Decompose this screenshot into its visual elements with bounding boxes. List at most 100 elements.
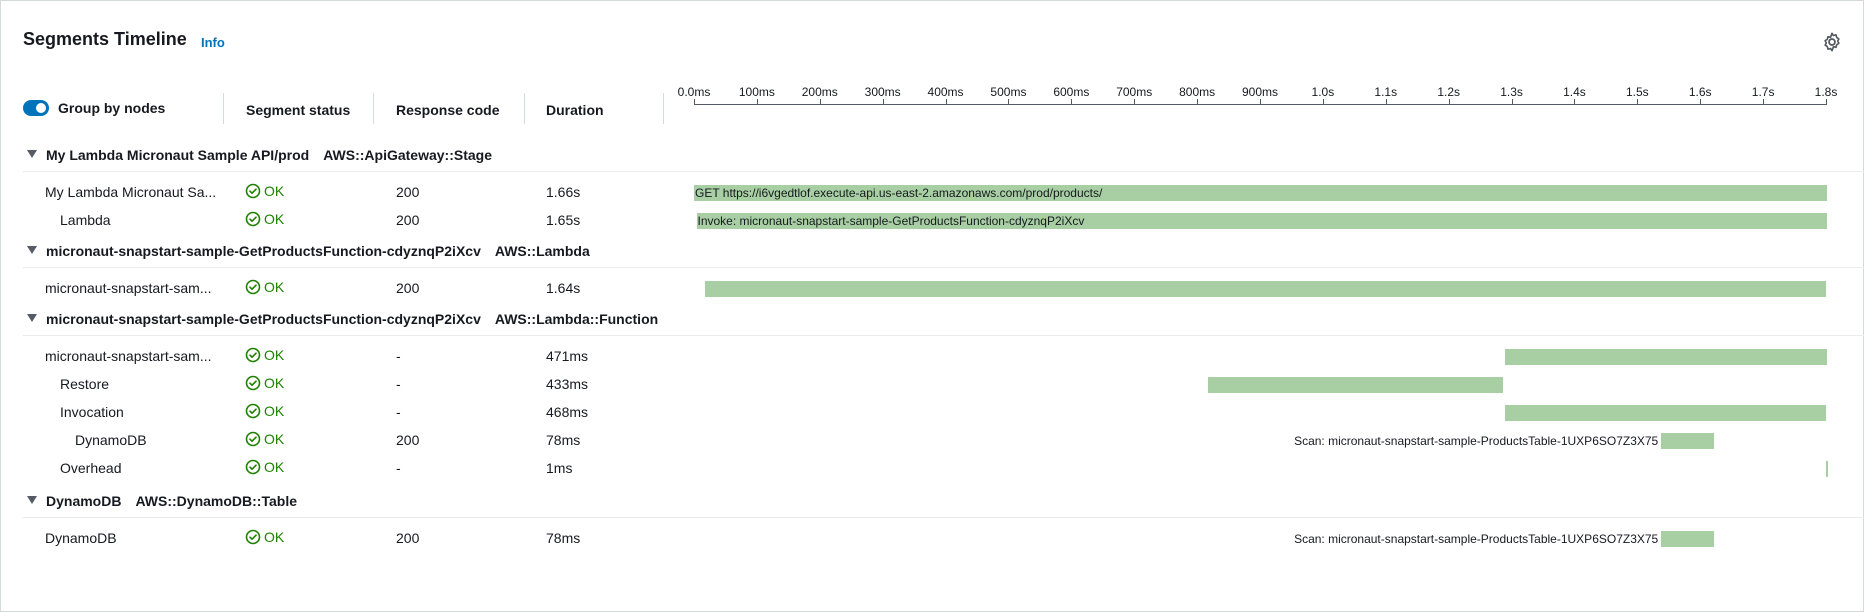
axis-tick-label: 0.0ms [677,85,711,99]
axis-tick [1700,99,1702,105]
segment-status: OK [245,183,284,199]
axis-tick-label: 200ms [801,85,838,99]
axis-tick-label: 400ms [927,85,964,99]
response-code: 200 [396,530,420,546]
group-divider [23,335,1864,336]
status-text: OK [264,279,285,295]
check-circle-icon [245,347,261,363]
column-divider[interactable] [223,93,224,124]
check-circle-icon [245,183,261,199]
segment-name[interactable]: Overhead [60,460,240,476]
segment-status: OK [245,375,284,391]
segment-name[interactable]: Lambda [60,212,240,228]
segment-status: OK [245,347,284,363]
axis-tick-label: 600ms [1053,85,1090,99]
caret-down-icon[interactable] [27,496,37,504]
axis-tick-label: 1.2s [1437,85,1460,99]
check-circle-icon [245,459,261,475]
axis-tick [1448,99,1450,105]
group-header[interactable]: micronaut-snapstart-sample-GetProductsFu… [27,311,658,327]
column-divider[interactable] [373,93,374,124]
group-type: AWS::Lambda [494,243,590,259]
axis-tick-label: 700ms [1116,85,1153,99]
segment-name[interactable]: DynamoDB [75,432,255,448]
group-header[interactable]: DynamoDB AWS::DynamoDB::Table [27,493,297,509]
segment-bar[interactable] [1505,405,1826,421]
segment-duration: 471ms [546,348,589,364]
status-text: OK [264,183,285,199]
segment-name[interactable]: My Lambda Micronaut Sa... [45,184,225,200]
axis-tick-label: 1.3s [1500,85,1523,99]
group-divider [23,517,1864,518]
axis-tick [1385,99,1387,105]
check-circle-icon [245,403,261,419]
segments-timeline-panel: Segments Timeline Info Group by nodes Se… [0,0,1864,612]
segment-name[interactable]: DynamoDB [45,530,225,546]
status-text: OK [264,459,285,475]
column-divider[interactable] [663,93,664,124]
axis-tick-label: 1.0s [1311,85,1335,99]
status-text: OK [264,347,285,363]
check-circle-icon [245,431,261,447]
caret-down-icon[interactable] [27,246,37,254]
axis-tick [1511,99,1513,105]
duration-header[interactable]: Duration [546,102,604,118]
segment-duration: 1.64s [546,280,581,296]
segment-bar[interactable] [1661,433,1715,449]
axis-tick [1637,99,1639,105]
column-divider[interactable] [524,93,525,124]
group-name: micronaut-snapstart-sample-GetProductsFu… [46,243,481,259]
group-by-nodes-toggle[interactable] [23,100,49,116]
axis-tick [1574,99,1576,105]
segment-status-header[interactable]: Segment status [246,102,350,118]
group-header[interactable]: My Lambda Micronaut Sample API/prod AWS::… [27,147,492,163]
axis-tick-label: 1.5s [1625,85,1649,99]
axis-tick [882,99,884,105]
segment-status: OK [245,279,284,295]
segment-bar[interactable] [1208,377,1503,393]
segment-name[interactable]: micronaut-snapstart-sam... [45,348,225,364]
axis-tick [1260,99,1261,105]
gear-icon[interactable] [1821,31,1843,53]
axis-tick [1197,99,1199,105]
axis-tick [1763,99,1765,105]
segment-bar[interactable] [704,281,1826,297]
status-text: OK [264,431,285,447]
axis-tick-label: 1.1s [1374,85,1398,99]
segment-bar-label: GET https://i6vgedtlof.execute-api.us-ea… [695,186,1103,200]
segment-name[interactable]: Invocation [60,404,240,420]
group-header[interactable]: micronaut-snapstart-sample-GetProductsFu… [27,243,590,259]
segment-duration: 433ms [546,376,589,392]
segment-status: OK [245,459,284,475]
info-link[interactable]: Info [201,35,225,50]
response-code: - [396,460,401,476]
segment-bar[interactable] [1505,349,1828,365]
segment-bar[interactable] [1661,531,1715,547]
group-type: AWS::DynamoDB::Table [135,493,297,509]
group-name: micronaut-snapstart-sample-GetProductsFu… [46,311,481,327]
group-name: My Lambda Micronaut Sample API/prod [46,147,310,163]
check-circle-icon [245,279,261,295]
group-name: DynamoDB [46,493,122,509]
response-code: - [396,404,401,420]
segment-status: OK [245,211,284,227]
segment-duration: 1.66s [546,184,581,200]
group-type: AWS::ApiGateway::Stage [323,147,492,163]
axis-tick-label: 100ms [738,85,775,99]
response-code-header[interactable]: Response code [396,102,499,118]
axis-tick [694,99,695,105]
axis-tick-label: 1.6s [1688,85,1712,99]
axis-tick-label: 1.4s [1563,85,1586,99]
axis-tick-label: 900ms [1241,85,1279,99]
segment-bar[interactable] [1826,461,1828,477]
response-code: 200 [396,280,420,296]
caret-down-icon[interactable] [27,150,37,158]
group-by-nodes-label: Group by nodes [58,100,166,116]
check-circle-icon [245,211,261,227]
segment-name[interactable]: micronaut-snapstart-sam... [45,280,225,296]
segment-name[interactable]: Restore [60,376,240,392]
axis-tick-label: 300ms [864,85,901,99]
axis-tick [1008,99,1010,105]
segment-duration: 1.65s [546,212,581,228]
caret-down-icon[interactable] [27,314,37,322]
